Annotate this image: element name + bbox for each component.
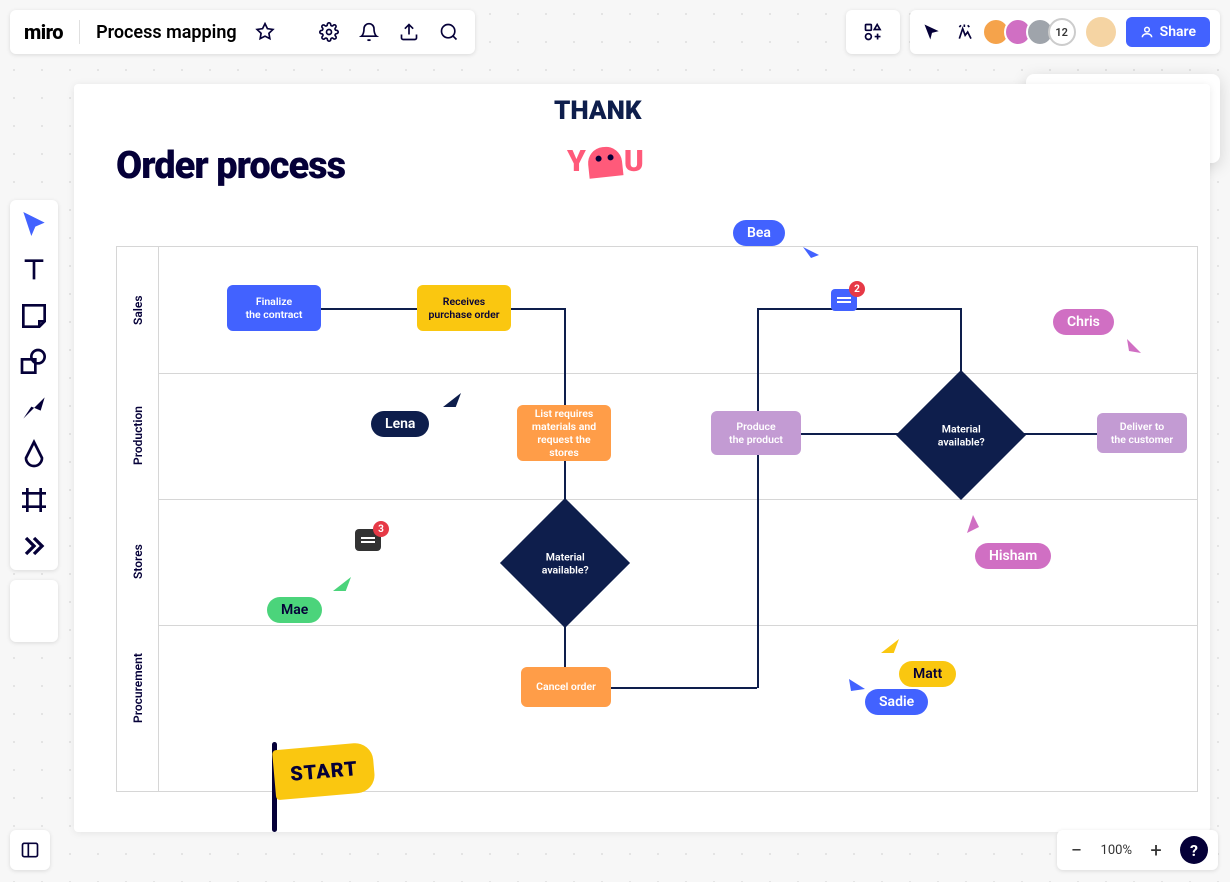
reactions-icon[interactable] [954,20,978,44]
user-cursor-matt: Matt [899,661,956,687]
zoom-value[interactable]: 100% [1101,843,1132,858]
tool-palette [10,200,58,570]
node-finalize-contract[interactable]: Finalizethe contract [227,285,321,331]
zoom-controls: − 100% + ? [1057,830,1218,870]
sticker-start-flag[interactable]: START [274,746,374,796]
divider [79,20,80,44]
settings-icon[interactable] [317,20,341,44]
node-material-available-2[interactable]: Materialavailable? [896,370,1026,500]
collaborator-avatars[interactable]: 12 [988,18,1076,46]
user-cursor-sadie: Sadie [865,689,928,715]
panel-toggle-button[interactable] [10,830,50,870]
board-canvas[interactable]: Order process THANK Y U Sales Production… [74,84,1210,832]
arrow-tool[interactable] [18,392,50,424]
user-cursor-chris: Chris [1053,309,1114,335]
user-cursor-lena: Lena [371,411,429,437]
share-label: Share [1160,24,1196,40]
diagram-title[interactable]: Order process [116,144,345,188]
connector[interactable] [564,308,566,405]
comment-indicator[interactable]: 3 [355,529,381,551]
user-cursor-bea: Bea [733,220,785,246]
lane-label-procurement[interactable]: Procurement [117,625,159,751]
user-cursor-hisham: Hisham [975,543,1051,569]
top-bar-right: 12 Share [910,10,1220,54]
avatar-overflow[interactable]: 12 [1048,18,1076,46]
comment-count: 2 [849,281,865,297]
cursor-follow-icon[interactable] [920,20,944,44]
sticky-tool[interactable] [18,300,50,332]
lane-label-stores[interactable]: Stores [117,499,159,625]
connector[interactable] [757,308,960,310]
node-deliver-customer[interactable]: Deliver tothe customer [1097,413,1187,453]
share-button[interactable]: Share [1126,17,1210,47]
sticker-thank-you[interactable]: THANK [554,100,642,123]
node-material-available-1[interactable]: Materialavailable? [500,498,630,628]
connector[interactable] [757,308,759,411]
heart-icon [586,145,623,178]
apps-button[interactable] [846,10,900,54]
connector[interactable] [321,308,417,310]
export-icon[interactable] [397,20,421,44]
connector[interactable] [511,308,564,310]
user-cursor-mae: Mae [267,597,322,623]
connector[interactable] [960,308,962,388]
node-list-requires[interactable]: List requiresmaterials andrequest the st… [517,405,611,461]
node-receives-po[interactable]: Receivespurchase order [417,285,511,331]
connector[interactable] [757,455,759,688]
text-tool[interactable] [18,254,50,286]
more-tools[interactable] [18,530,50,562]
comment-count: 3 [373,521,389,537]
top-bar-left: miro Process mapping [10,10,475,54]
comment-indicator[interactable]: 2 [831,289,857,311]
top-bar: miro Process mapping 12 Share [10,10,1220,54]
node-cancel-order[interactable]: Cancel order [521,667,611,707]
board-title[interactable]: Process mapping [96,22,237,43]
connector[interactable] [564,461,566,516]
zoom-out-button[interactable]: − [1067,840,1087,860]
undo-redo-palette [10,580,58,642]
star-icon[interactable] [253,20,277,44]
app-logo[interactable]: miro [24,20,63,44]
bell-icon[interactable] [357,20,381,44]
node-produce-product[interactable]: Producethe product [711,411,801,455]
zoom-in-button[interactable]: + [1146,840,1166,860]
search-icon[interactable] [437,20,461,44]
connector[interactable] [801,433,915,435]
help-button[interactable]: ? [1180,836,1208,864]
lane-label-sales[interactable]: Sales [117,247,159,373]
sticker-you-heart[interactable]: Y U [567,144,644,179]
connector[interactable] [1007,433,1097,435]
connector[interactable] [611,687,757,689]
shape-tool[interactable] [18,346,50,378]
swimlane-grid[interactable]: Sales Production Stores Procurement Fina… [116,246,1198,792]
lane-label-production[interactable]: Production [117,373,159,499]
connector[interactable] [564,611,566,667]
current-user-avatar[interactable] [1086,17,1116,47]
pen-tool[interactable] [18,438,50,470]
select-tool[interactable] [18,208,50,240]
frame-tool[interactable] [18,484,50,516]
